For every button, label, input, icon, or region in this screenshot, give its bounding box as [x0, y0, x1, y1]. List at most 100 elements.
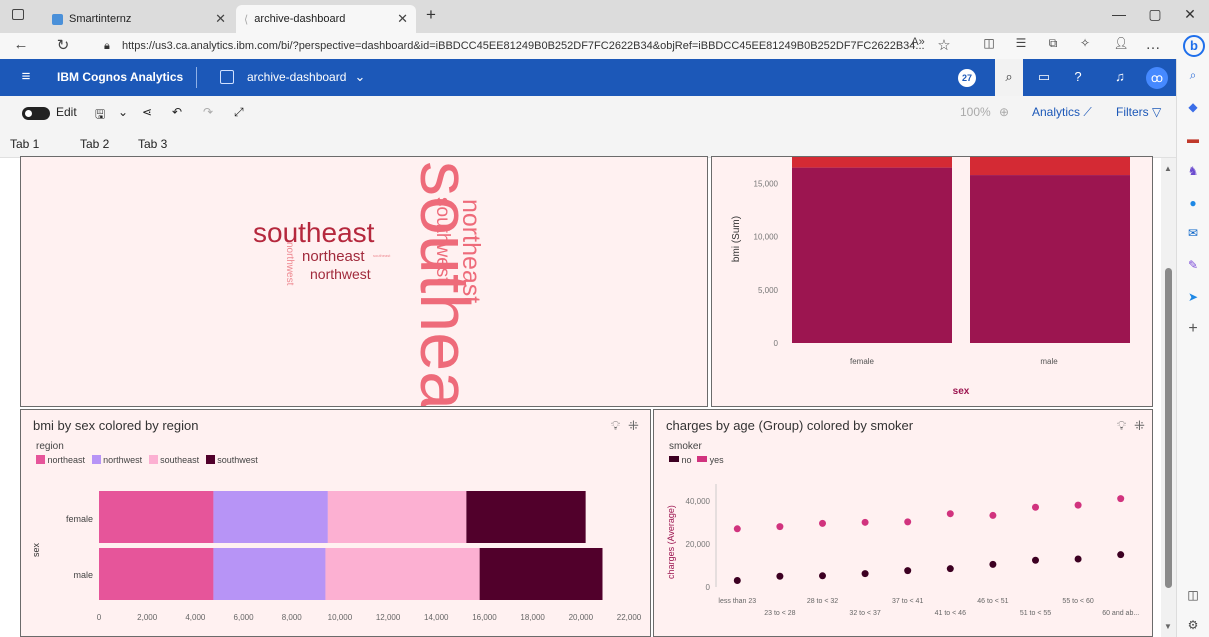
scroll-down-arrow-icon[interactable]: ▼: [1164, 622, 1172, 631]
bar-segment-female-southeast: [327, 491, 467, 543]
close-tab-icon[interactable]: ✕: [215, 11, 226, 27]
tab-actions-icon[interactable]: [12, 9, 24, 20]
search-icon[interactable]: ⌕: [999, 69, 1019, 87]
cognos-header: ≡ IBM Cognos Analytics archive-dashboard…: [0, 59, 1176, 96]
more-menu-icon[interactable]: …: [1142, 36, 1164, 53]
filters-button[interactable]: Filters ▽: [1116, 105, 1161, 119]
outlook-icon[interactable]: ✉: [1185, 225, 1201, 241]
undo-icon[interactable]: ↶: [172, 105, 182, 119]
wordcloud-word[interactable]: northwest: [310, 266, 371, 282]
x-axis-label: sex: [953, 386, 970, 397]
save-icon[interactable]: 🖫︎: [95, 105, 105, 126]
close-window-icon[interactable]: ✕: [1175, 6, 1205, 23]
notification-badge[interactable]: 27: [958, 69, 976, 87]
restore-icon[interactable]: ▢: [1140, 6, 1170, 23]
wordcloud-word[interactable]: northeast: [302, 248, 365, 265]
redo-icon[interactable]: ↷: [203, 105, 213, 119]
y-axis-label: charges (Average): [666, 505, 676, 579]
office-icon[interactable]: ●: [1185, 195, 1201, 211]
tab-1[interactable]: Tab 1: [10, 137, 39, 151]
charges-by-age-panel[interactable]: charges by age (Group) colored by smoker…: [653, 409, 1153, 637]
x-tick-female: female: [850, 357, 875, 366]
browser-tab-title: Smartinternz: [69, 13, 132, 25]
browser-tab-smartinternz[interactable]: Smartinternz ✕: [44, 5, 234, 33]
split-screen-icon[interactable]: ◫: [978, 36, 1000, 50]
shopping-tag-icon[interactable]: ◆: [1185, 99, 1201, 115]
dashboard-tabs: Tab 1 Tab 2 Tab 3: [0, 130, 1176, 158]
bar-segment-female-northwest: [213, 491, 328, 543]
extensions-icon[interactable]: ✧: [1074, 36, 1096, 50]
new-tab-icon[interactable]: +: [426, 5, 436, 25]
profile-icon[interactable]: 👤︎: [1110, 36, 1132, 50]
share-icon[interactable]: ⋖: [142, 105, 152, 119]
tab-3[interactable]: Tab 3: [138, 137, 167, 151]
zoom-icon[interactable]: ⊕: [999, 105, 1009, 119]
scatter-point-no: [819, 572, 826, 580]
y-tick-male: male: [73, 570, 93, 580]
dashboard-title[interactable]: archive-dashboard: [247, 70, 346, 84]
sidebar-toggle-icon[interactable]: ◫: [1185, 587, 1201, 603]
favorites-list-icon[interactable]: ☰: [1010, 36, 1032, 50]
bmi-sum-bar-panel[interactable]: 15,000 10,000 5,000 0 bmi (Sum) female male…: [711, 156, 1153, 407]
edit-toggle[interactable]: [22, 107, 50, 120]
wordcloud-word[interactable]: southeast: [253, 217, 375, 248]
cognos-favicon-icon: ⟨: [244, 13, 249, 26]
analytics-label: Analytics: [1032, 105, 1081, 119]
read-aloud-icon[interactable]: A»: [907, 36, 929, 48]
bar-segment-male-southwest: [479, 548, 603, 600]
close-tab-icon[interactable]: ✕: [397, 11, 408, 27]
search-sidebar-icon[interactable]: ⌕: [1185, 67, 1201, 83]
help-icon[interactable]: ?: [1068, 69, 1088, 87]
favorite-star-icon[interactable]: ☆: [933, 36, 955, 54]
notifications-bell-icon[interactable]: ♫: [1110, 69, 1130, 87]
add-sidebar-icon[interactable]: +: [1185, 321, 1201, 337]
scatter-point-yes: [946, 510, 954, 518]
tools-icon[interactable]: ▬: [1185, 131, 1201, 147]
browser-tab-archive-dashboard[interactable]: ⟨ archive-dashboard ✕: [236, 5, 416, 33]
x-tick-label: 23 to < 28: [764, 610, 795, 617]
vertical-scrollbar[interactable]: ▲ ▼: [1161, 158, 1176, 637]
tab-2[interactable]: Tab 2: [80, 137, 110, 158]
settings-gear-icon[interactable]: ⚙: [1185, 617, 1201, 633]
scrollbar-thumb[interactable]: [1165, 268, 1172, 588]
wordcloud-svg: southeast southeast northeast northeast …: [253, 161, 485, 406]
x-tick-label: 22,000: [617, 613, 642, 622]
app-brand: IBM Cognos Analytics: [57, 70, 184, 84]
refresh-icon[interactable]: ↻: [52, 36, 74, 54]
chevron-down-icon[interactable]: ⌄: [350, 69, 370, 87]
send-icon[interactable]: ➤: [1185, 289, 1201, 305]
analytics-button[interactable]: Analytics ⟋: [1032, 105, 1092, 120]
wordcloud-panel[interactable]: southeast southeast northeast northeast …: [20, 156, 708, 407]
scatter-point-no: [1032, 556, 1039, 564]
x-tick-label: 28 to < 32: [807, 598, 838, 605]
x-tick-label: 41 to < 46: [935, 610, 966, 617]
wordcloud-word[interactable]: southeast: [373, 253, 391, 258]
collections-icon[interactable]: ⧉: [1042, 36, 1064, 51]
bar-segment-female-top: [792, 157, 952, 168]
hamburger-menu-icon[interactable]: ≡: [16, 68, 36, 86]
bar-segment-male-northwest: [213, 548, 326, 600]
scroll-up-arrow-icon[interactable]: ▲: [1164, 164, 1172, 173]
scatter-point-yes: [1032, 503, 1039, 511]
comments-icon[interactable]: ▭: [1034, 69, 1054, 87]
wordcloud-word[interactable]: southwest: [432, 197, 453, 283]
scatter-point-yes: [989, 511, 997, 519]
user-avatar-icon[interactable]: ꝏ: [1146, 67, 1168, 89]
back-icon[interactable]: ←: [10, 36, 32, 53]
scatter-point-no: [946, 565, 954, 573]
bmi-by-sex-panel[interactable]: bmi by sex colored by region 💡︎ ⁜ region…: [20, 409, 651, 637]
minimize-icon[interactable]: —: [1104, 6, 1134, 22]
browser-tab-title: archive-dashboard: [254, 13, 346, 25]
wordcloud-word[interactable]: northwest: [284, 242, 295, 286]
address-bar[interactable]: 🔒︎ https://us3.ca.analytics.ibm.com/bi/?…: [96, 35, 936, 57]
designer-icon[interactable]: ✎: [1185, 257, 1201, 273]
scatter-point-no: [733, 577, 741, 585]
bing-icon[interactable]: b: [1183, 35, 1205, 57]
save-chevron-icon[interactable]: ⌄: [118, 105, 128, 119]
scatter-point-yes: [1117, 495, 1125, 503]
wordcloud-word[interactable]: northeast: [457, 199, 485, 303]
address-bar-row: ← ↻ 🔒︎ https://us3.ca.analytics.ibm.com/…: [0, 33, 1209, 59]
fullscreen-icon[interactable]: ⤢: [234, 105, 244, 120]
games-icon[interactable]: ♞: [1185, 163, 1201, 179]
y-axis-label: bmi (Sum): [731, 216, 742, 262]
